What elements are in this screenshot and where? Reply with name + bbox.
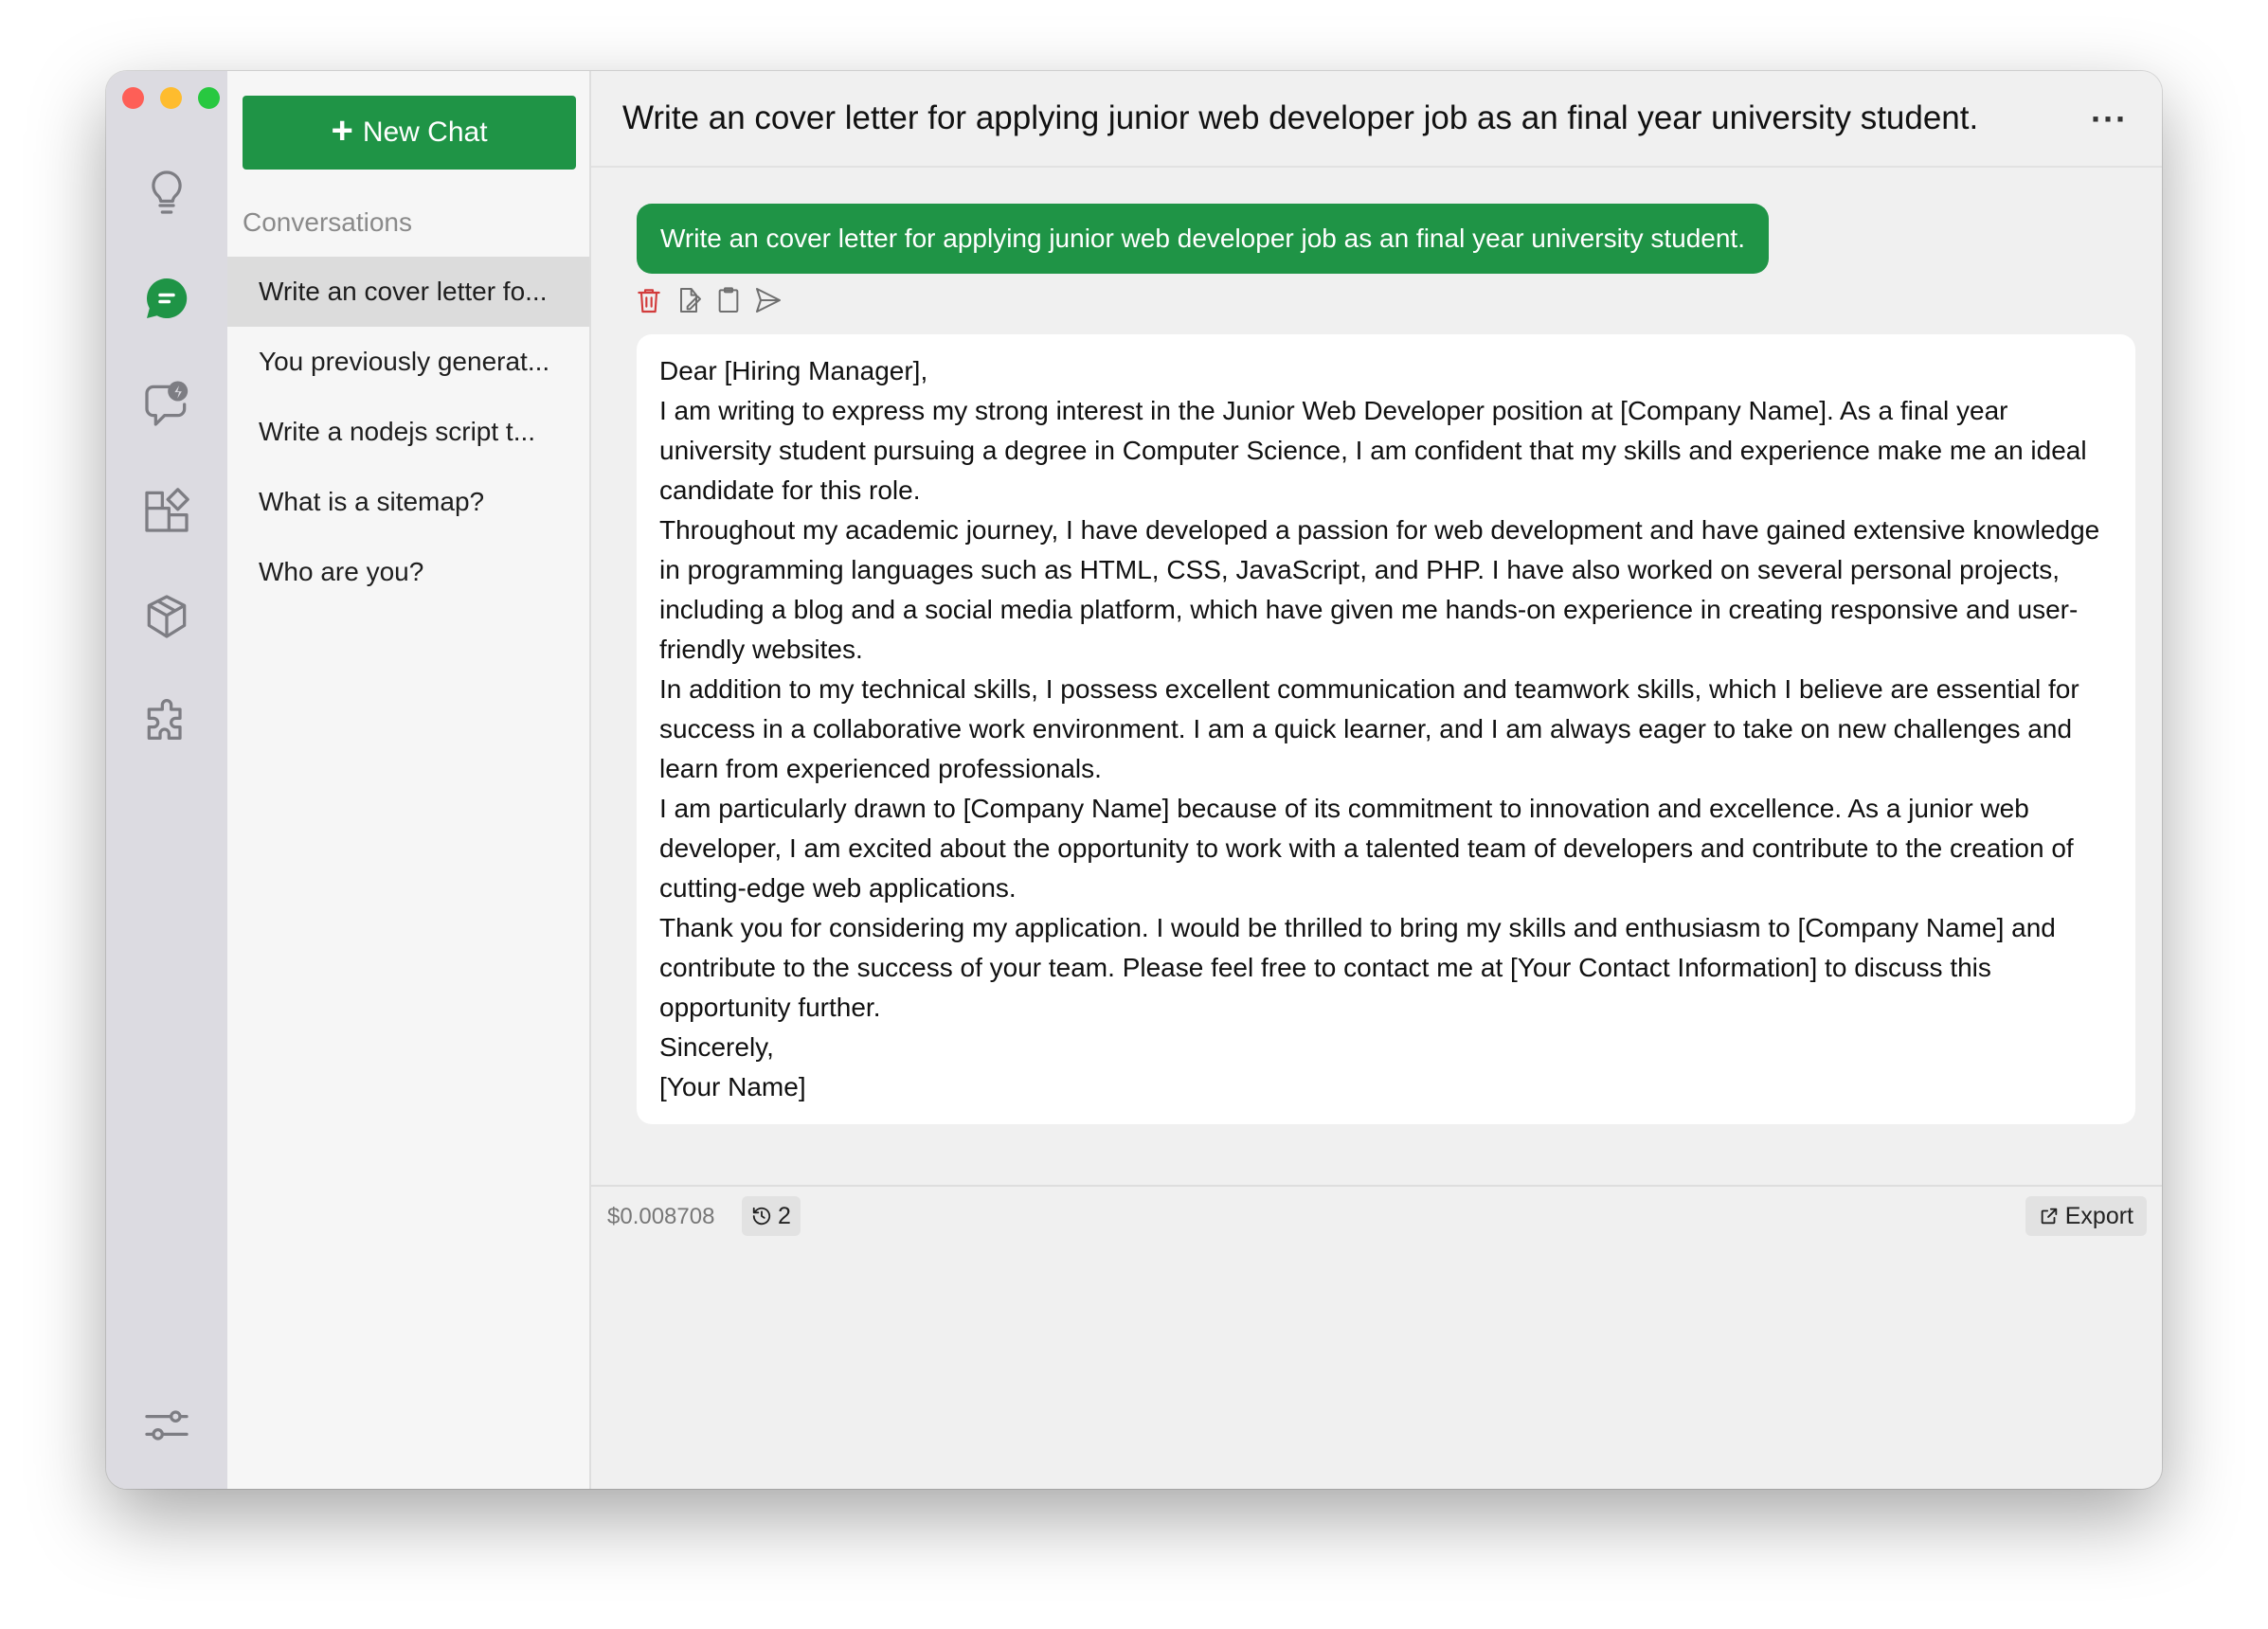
reply-paragraph: I am writing to express my strong intere… [659, 396, 2087, 505]
reply-paragraph: Throughout my academic journey, I have d… [659, 515, 2100, 664]
reply-paragraph: In addition to my technical skills, I po… [659, 674, 2079, 783]
share-icon [2041, 1208, 2057, 1225]
chat-panel: Write an cover letter for applying junio… [591, 71, 2162, 1489]
reply-paragraph: Sincerely, [659, 1032, 774, 1062]
reply-paragraph: Dear [Hiring Manager], [659, 356, 928, 385]
icon-rail [106, 71, 227, 1489]
copy-message-button[interactable] [712, 283, 745, 317]
conversation-item[interactable]: Write a nodejs script t... [227, 397, 589, 467]
close-window-button[interactable] [122, 87, 144, 109]
chat-title: Write an cover letter for applying junio… [622, 99, 1979, 136]
reply-paragraph: [Your Name] [659, 1072, 806, 1101]
trash-icon [638, 289, 660, 313]
chat-footer: $0.008708 2 Export [591, 1185, 2162, 1253]
zoom-window-button[interactable] [198, 87, 220, 109]
export-label: Export [2064, 1202, 2133, 1229]
reply-paragraph: Thank you for considering my application… [659, 913, 2056, 1022]
apps-icon[interactable] [138, 482, 195, 539]
conversation-item[interactable]: What is a sitemap? [227, 467, 589, 537]
conversation-sidebar: + New Chat Conversations Write an cover … [227, 71, 591, 1489]
message-actions [633, 283, 784, 317]
clipboard-icon [718, 287, 739, 313]
new-chat-label: New Chat [362, 116, 488, 148]
chat-bolt-icon[interactable] [138, 376, 195, 433]
assistant-reply: Dear [Hiring Manager], I am writing to e… [637, 334, 2135, 1124]
history-button[interactable]: 2 [742, 1196, 801, 1236]
edit-icon [680, 288, 701, 313]
new-chat-button[interactable]: + New Chat [243, 96, 576, 170]
lightbulb-icon[interactable] [138, 164, 195, 221]
conversations-heading: Conversations [243, 207, 412, 237]
conversation-item[interactable]: Write an cover letter fo... [227, 257, 589, 327]
plus-icon: + [331, 110, 353, 152]
send-icon [756, 288, 781, 313]
conversation-item[interactable]: You previously generat... [227, 327, 589, 397]
reply-paragraph: I am particularly drawn to [Company Name… [659, 794, 2074, 903]
puzzle-icon[interactable] [138, 694, 195, 751]
sliders-icon[interactable] [138, 1397, 195, 1454]
conversation-list: Write an cover letter fo... You previous… [227, 257, 589, 607]
more-options-button[interactable]: ··· [2091, 99, 2128, 139]
cost-label: $0.008708 [607, 1204, 715, 1229]
history-icon [752, 1207, 771, 1226]
chat-icon[interactable] [138, 270, 195, 327]
minimize-window-button[interactable] [160, 87, 182, 109]
app-window: + New Chat Conversations Write an cover … [106, 71, 2162, 1489]
export-button[interactable]: Export [2025, 1196, 2147, 1236]
history-count: 2 [778, 1202, 791, 1229]
box-icon[interactable] [138, 588, 195, 645]
delete-message-button[interactable] [633, 283, 665, 317]
edit-message-button[interactable] [673, 283, 705, 317]
conversation-item[interactable]: Who are you? [227, 537, 589, 607]
chat-header: Write an cover letter for applying junio… [591, 71, 2162, 168]
resend-message-button[interactable] [752, 283, 784, 317]
user-message: Write an cover letter for applying junio… [637, 204, 1769, 274]
